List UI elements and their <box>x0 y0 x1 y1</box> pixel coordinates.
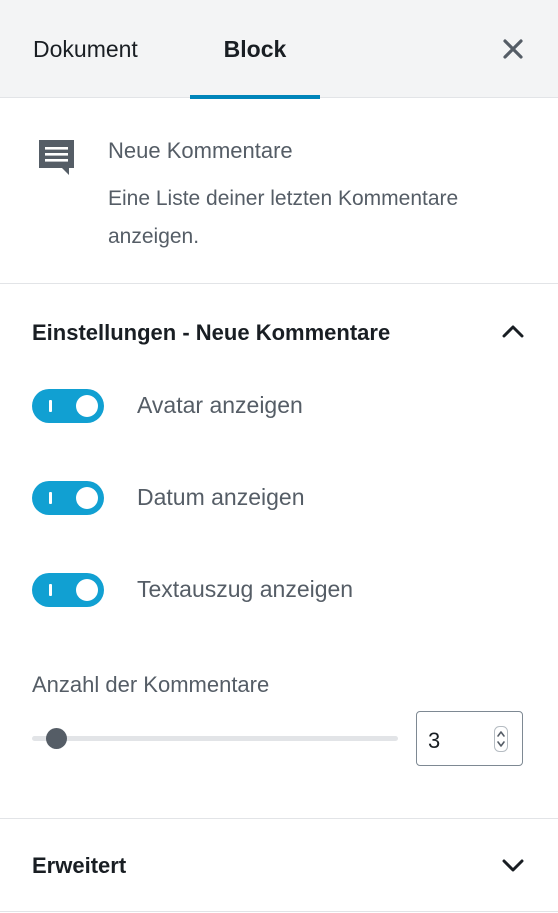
date-toggle[interactable] <box>32 481 104 515</box>
toggle-on-indicator <box>49 492 52 504</box>
comment-count-value: 3 <box>428 728 441 753</box>
close-icon <box>503 39 523 59</box>
toggle-row-date: Datum anzeigen <box>0 477 558 523</box>
chevron-down-icon <box>502 859 524 872</box>
excerpt-toggle-label: Textauszug anzeigen <box>137 576 354 602</box>
toggle-row-excerpt: Textauszug anzeigen <box>0 569 558 615</box>
spinner-arrows-icon[interactable] <box>494 726 508 752</box>
settings-panel-toggle[interactable]: Einstellungen - Neue Kommentare <box>0 284 558 380</box>
tab-document[interactable]: Dokument <box>33 0 138 98</box>
block-title: Neue Kommentare <box>108 138 293 163</box>
block-inspector-sidebar: Dokument Block Neue Kommentare Eine List… <box>0 0 558 913</box>
block-card: Neue Kommentare Eine Liste deiner letzte… <box>0 98 558 284</box>
block-description: Eine Liste deiner letzten Kommentare anz… <box>108 187 459 248</box>
avatar-toggle-label: Avatar anzeigen <box>137 392 303 418</box>
advanced-panel-toggle[interactable]: Erweitert <box>0 818 558 912</box>
comment-icon <box>36 136 78 178</box>
avatar-toggle[interactable] <box>32 389 104 423</box>
date-toggle-label: Datum anzeigen <box>137 484 305 510</box>
toggle-on-indicator <box>49 584 52 596</box>
divider <box>0 911 558 912</box>
comment-count-slider[interactable] <box>32 736 398 741</box>
excerpt-toggle[interactable] <box>32 573 104 607</box>
toggle-row-avatar: Avatar anzeigen <box>0 385 558 431</box>
comment-count-input[interactable]: 3 <box>416 711 523 766</box>
toggle-on-indicator <box>49 400 52 412</box>
close-button[interactable] <box>495 31 531 67</box>
toggle-knob <box>76 579 98 601</box>
sidebar-header: Dokument Block <box>0 0 558 99</box>
toggle-knob <box>76 395 98 417</box>
comment-count-slider-thumb[interactable] <box>46 728 67 749</box>
advanced-panel-title: Erweitert <box>32 853 127 878</box>
chevron-up-icon <box>502 325 524 338</box>
settings-panel-title: Einstellungen - Neue Kommentare <box>32 320 391 345</box>
tab-block[interactable]: Block <box>190 0 320 99</box>
toggle-knob <box>76 487 98 509</box>
comment-count-label: Anzahl der Kommentare <box>32 672 270 697</box>
